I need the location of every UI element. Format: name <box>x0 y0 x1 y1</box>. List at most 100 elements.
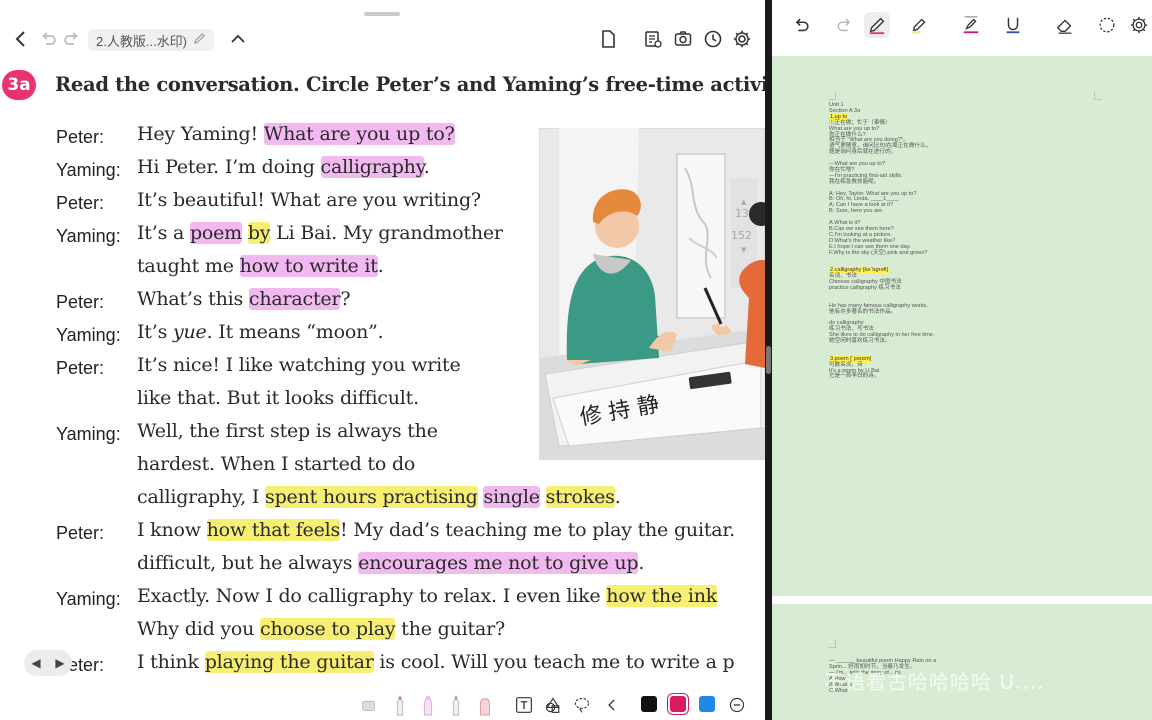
crop-mark <box>828 640 836 648</box>
yellow-highlight: by <box>247 222 271 244</box>
window-grabber[interactable] <box>364 12 400 16</box>
camera-icon[interactable] <box>672 22 694 56</box>
text-run: Hey Yaming! <box>137 123 264 145</box>
text-run: . It means “moon”. <box>206 321 384 343</box>
pink-highlight: poem <box>189 222 242 244</box>
text-run: It’s <box>137 321 173 343</box>
line-text: It’s a poem by Li Bai. My grandmother <box>137 222 503 244</box>
pen-toolbar <box>0 688 765 720</box>
back-icon[interactable] <box>10 22 32 56</box>
crop-mark <box>828 92 836 100</box>
yellow-highlight: how that feels <box>206 519 341 541</box>
text-run: I know <box>137 519 207 541</box>
notes-pane[interactable]: Unit 1 Section A 3a 1.up to ①正在做；忙于（事情） What… <box>772 0 1152 720</box>
undo-icon[interactable] <box>788 12 814 38</box>
speaker-label: Yaming: <box>56 325 121 345</box>
lasso-icon[interactable] <box>571 694 593 716</box>
yellow-highlight: choose to play <box>260 618 396 640</box>
color-blue-swatch[interactable] <box>699 696 715 712</box>
note-line: 它是一首李白的诗。 <box>829 373 880 380</box>
document-title: 2.人教版...水印) <box>96 33 188 49</box>
conversation-line: Yaming: Exactly. Now I do calligraphy to … <box>0 583 765 613</box>
conversation-line: difficult, but he always encourages me n… <box>0 550 765 580</box>
text-run: It’s beautiful! What are you writing? <box>137 189 481 211</box>
pink-highlight: character <box>248 288 341 310</box>
bookmark-list-icon[interactable] <box>642 22 664 56</box>
note-line: practice calligraphy 练习书法 <box>829 284 901 291</box>
text-run: I think <box>137 651 205 673</box>
text-run: Why did you <box>137 618 261 640</box>
redo-icon[interactable] <box>62 22 82 56</box>
text-run: difficult, but he always <box>137 552 359 574</box>
text-run: . <box>423 156 430 178</box>
split-divider-handle[interactable] <box>766 346 771 374</box>
prev-page-icon[interactable]: ◀ <box>31 656 40 670</box>
notes-toolbar <box>772 0 1152 52</box>
text-run: taught me <box>137 255 240 277</box>
text-run: . <box>377 255 384 277</box>
underline-icon[interactable] <box>1000 12 1026 38</box>
highlighter-icon[interactable] <box>906 12 932 38</box>
page-icon[interactable] <box>597 22 619 56</box>
color-magenta-swatch[interactable] <box>670 696 686 712</box>
note-line: B: Sure, here you are. <box>829 208 884 215</box>
next-page-icon[interactable]: ▶ <box>55 656 64 670</box>
eraser-tool-icon[interactable] <box>358 694 380 716</box>
eraser-icon[interactable] <box>1052 12 1078 38</box>
speaker-label: Peter: <box>56 523 105 543</box>
textbook-pane[interactable]: 2.人教版...水印) 3a Read the conversation. Ci… <box>0 0 765 720</box>
text-run: calligraphy, I <box>137 486 266 508</box>
speaker-label: Yaming: <box>56 589 121 609</box>
line-text: Hey Yaming! What are you up to? <box>137 123 455 145</box>
collapse-icon[interactable] <box>601 694 623 716</box>
speaker-label: Peter: <box>56 193 105 213</box>
conversation-line: Peter: I think playing the guitar is cool… <box>0 649 765 679</box>
settings-icon[interactable] <box>1126 12 1152 38</box>
marker-icon[interactable] <box>474 694 496 716</box>
text-run: What’s this <box>137 288 249 310</box>
shapes-icon[interactable] <box>542 694 564 716</box>
note-page-1[interactable]: Unit 1 Section A 3a 1.up to ①正在做；忙于（事情） What… <box>772 56 1152 596</box>
yellow-highlight: how the ink <box>606 585 718 607</box>
speaker-label: Yaming: <box>56 424 121 444</box>
text-run: Well, the first step is always the <box>137 420 438 442</box>
text-underline-icon[interactable] <box>958 12 984 38</box>
highlighter-icon[interactable] <box>417 694 439 716</box>
pen-blue-icon[interactable] <box>445 694 467 716</box>
line-text: like that. But it looks difficult. <box>137 387 419 409</box>
color-black-swatch[interactable] <box>641 696 657 712</box>
settings-icon[interactable] <box>731 22 753 56</box>
redo-icon[interactable] <box>832 12 858 38</box>
line-text: What’s this character? <box>137 288 351 310</box>
clock-icon[interactable] <box>702 22 724 56</box>
text-run: ! My dad’s teaching me to play the guita… <box>340 519 736 541</box>
text-run: Exactly. Now I do calligraphy to relax. … <box>137 585 607 607</box>
text-run: like that. But it looks difficult. <box>137 387 419 409</box>
note-line: 他有许多著名的书法作品。 <box>829 308 897 315</box>
pen-red-icon[interactable] <box>389 694 411 716</box>
document-title-chip[interactable]: 2.人教版...水印) <box>88 29 215 51</box>
speaker-label: Peter: <box>56 358 105 378</box>
minus-icon[interactable] <box>726 694 748 716</box>
pink-highlight: encourages me not to give up <box>358 552 639 574</box>
exercise-heading: 3a Read the conversation. Circle Peter’s… <box>0 66 765 106</box>
text-run: the guitar? <box>395 618 505 640</box>
text-tool-icon[interactable] <box>513 694 535 716</box>
speaker-label: Yaming: <box>56 160 121 180</box>
chevron-up-icon[interactable] <box>228 22 248 56</box>
text-run: is cool. Will you teach me to write a p <box>373 651 735 673</box>
line-text: Why did you choose to play the guitar? <box>137 618 505 640</box>
calligraphy-illustration: ▲ 13 152 ▼ 修 持 静 <box>539 128 765 460</box>
line-text: Hi Peter. I’m doing calligraphy. <box>137 156 430 178</box>
pen-icon[interactable] <box>864 12 890 38</box>
page-navigator[interactable]: ◀ ▶ <box>24 650 72 676</box>
yellow-highlight: strokes <box>545 486 615 508</box>
edit-pencil-icon[interactable] <box>193 32 206 48</box>
text-run <box>540 486 546 508</box>
undo-icon[interactable] <box>38 22 58 56</box>
lasso-icon[interactable] <box>1094 12 1120 38</box>
illustration-number-2: 152 <box>731 229 752 242</box>
yellow-highlight: spent hours practising <box>265 486 478 508</box>
pink-highlight: calligraphy <box>320 156 424 178</box>
note-page-2[interactable]: — ______ beautiful poem Happy Rain on aS… <box>772 604 1152 720</box>
